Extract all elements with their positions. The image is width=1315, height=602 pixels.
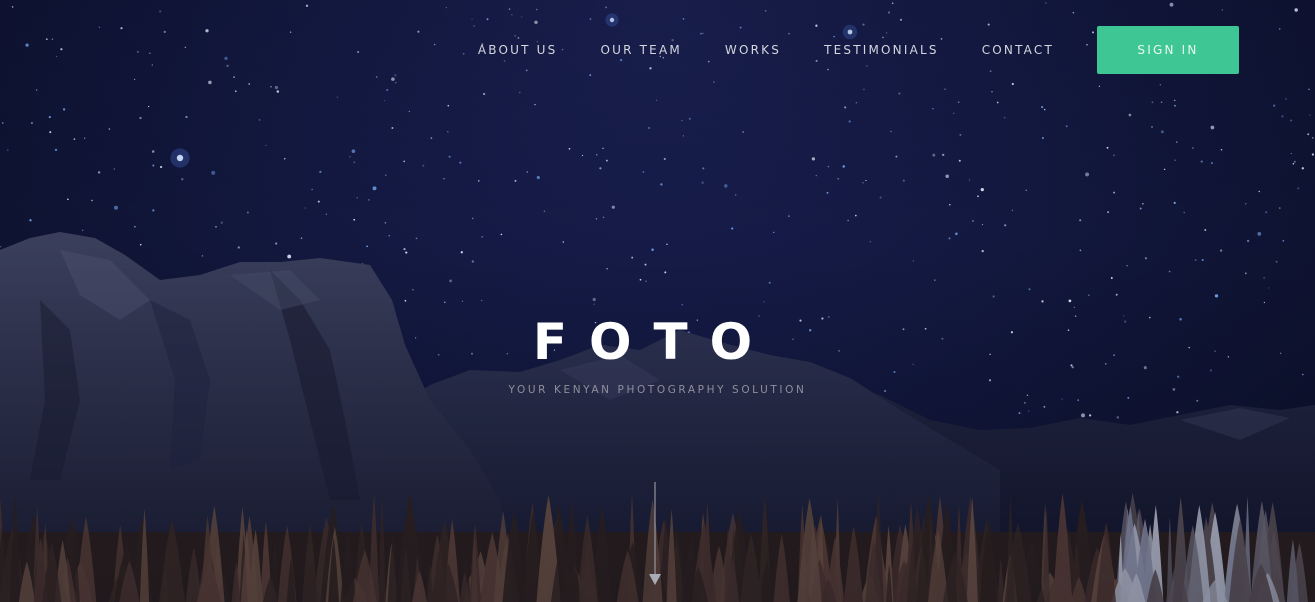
nav-contact[interactable]: CONTACT	[982, 43, 1054, 57]
hero-section: ABOUT US OUR TEAM WORKS TESTIMONIALS CON…	[0, 0, 1315, 602]
site-tagline: YOUR KENYAN PHOTOGRAPHY SOLUTION	[508, 384, 807, 396]
nav-testimonials[interactable]: TESTIMONIALS	[824, 43, 939, 57]
main-navigation: ABOUT US OUR TEAM WORKS TESTIMONIALS CON…	[478, 26, 1239, 74]
nav-about-us[interactable]: ABOUT US	[478, 43, 558, 57]
site-title: FOTO	[532, 313, 775, 371]
arrow-down-icon[interactable]	[648, 482, 662, 586]
nav-works[interactable]: WORKS	[725, 43, 781, 57]
sign-in-button[interactable]: SIGN IN	[1097, 26, 1239, 74]
nav-our-team[interactable]: OUR TEAM	[600, 43, 681, 57]
